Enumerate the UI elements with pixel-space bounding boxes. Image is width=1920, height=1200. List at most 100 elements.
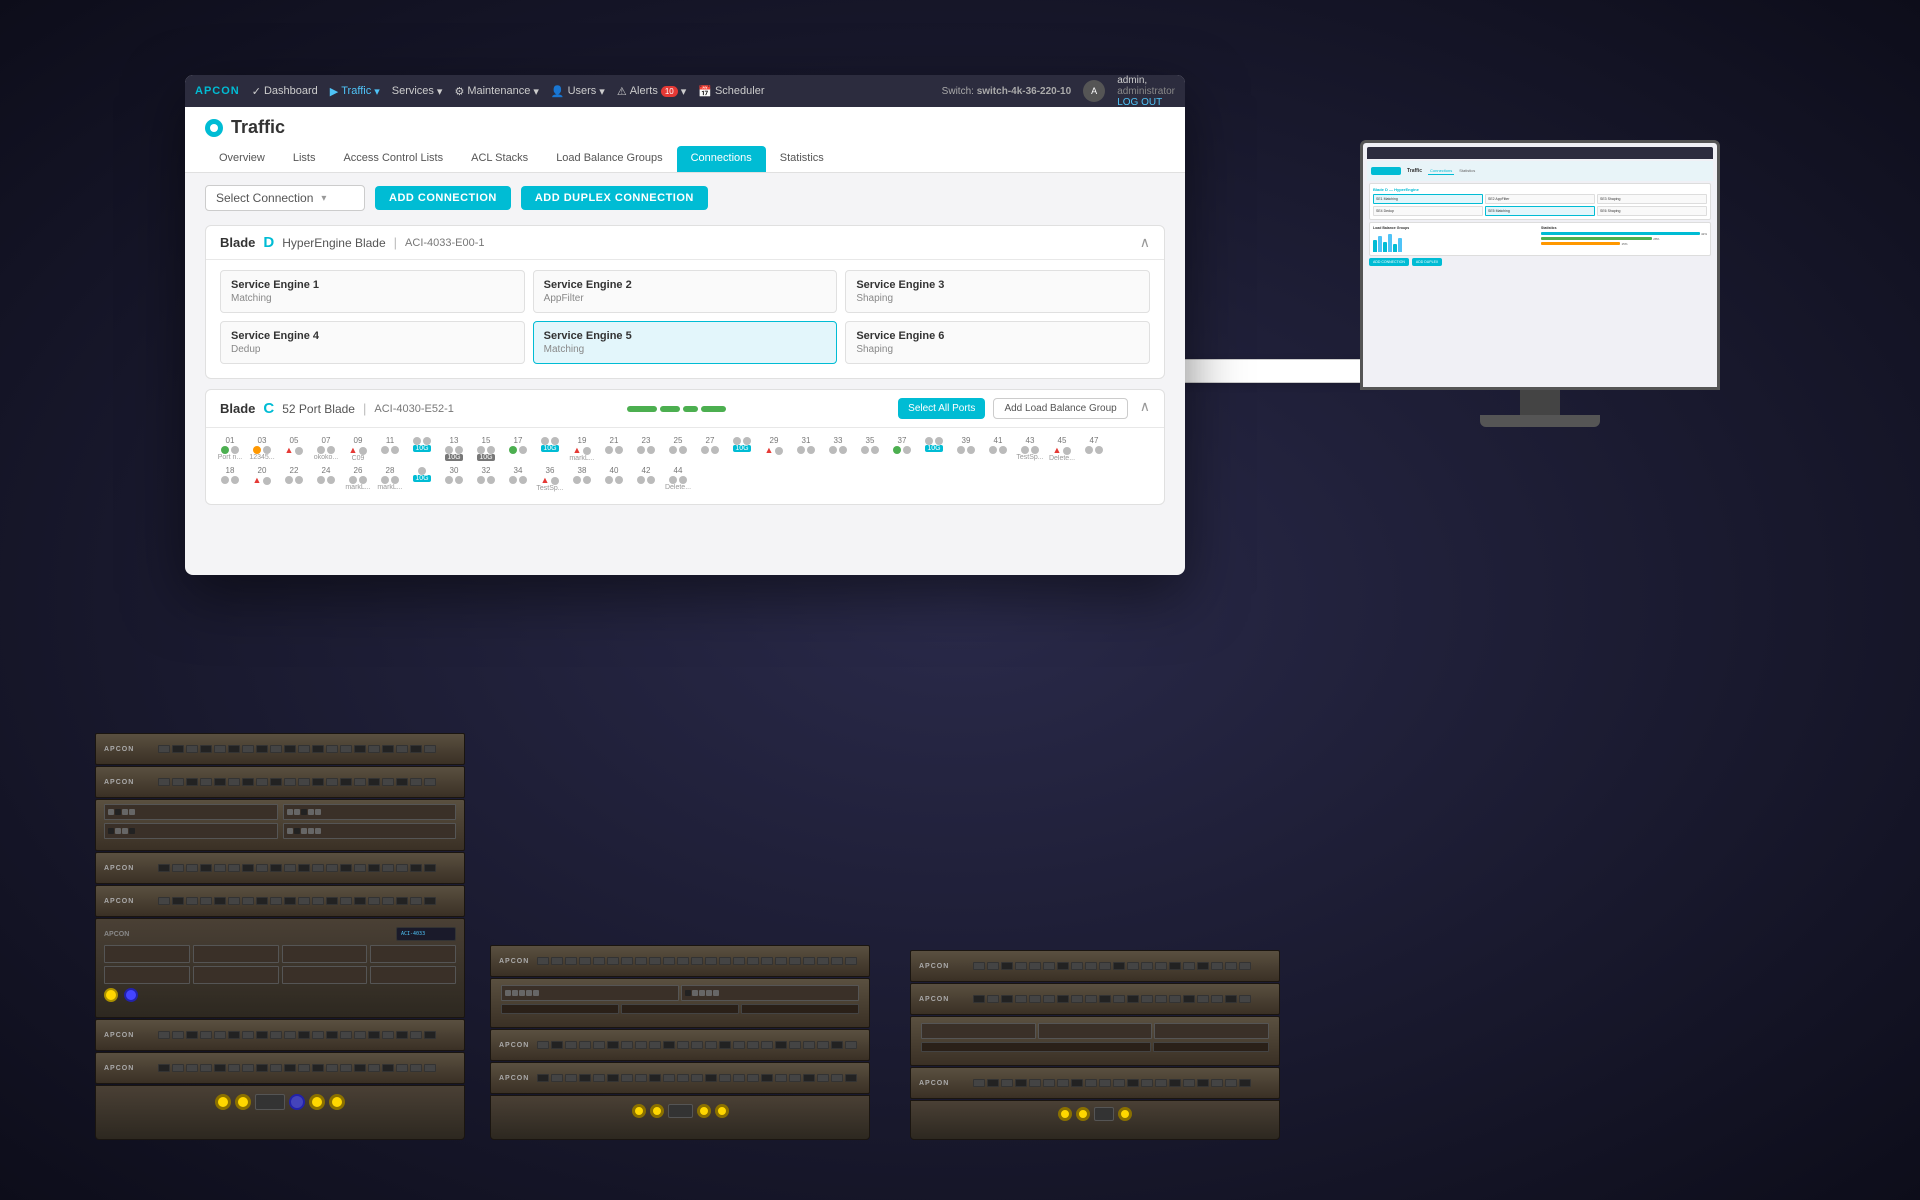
blade-d-title: Blade D HyperEngine Blade | ACI-4033-E00… [220, 234, 485, 251]
port-27[interactable]: 27 [696, 436, 724, 462]
tab-overview[interactable]: Overview [205, 146, 279, 172]
rack-right-assembly: APCON APCON [910, 950, 1280, 1140]
port-44[interactable]: 44 Delete... [664, 466, 692, 492]
blade-c-id: ACI-4030-E52-1 [374, 403, 454, 415]
port-19[interactable]: 19 ▲ markL... [568, 436, 596, 462]
rack-center-2u [490, 978, 870, 1028]
monitor-stand-base [1480, 415, 1600, 427]
port-28[interactable]: 28 markL... [376, 466, 404, 492]
rack-center-base [490, 1095, 870, 1140]
port-11[interactable]: 11 [376, 436, 404, 462]
port-38[interactable]: 38 [568, 466, 596, 492]
port-01[interactable]: 01 Port n... [216, 436, 244, 462]
rack-base [95, 1085, 465, 1140]
port-10g-a[interactable]: 10G [408, 436, 436, 462]
nav-scheduler[interactable]: 📅 Scheduler [698, 85, 764, 98]
port-45[interactable]: 45 ▲ Delete... [1048, 436, 1076, 462]
logout-link[interactable]: LOG OUT [1117, 97, 1162, 108]
port-10g-d[interactable]: 10G [920, 436, 948, 462]
service-engine-6[interactable]: Service Engine 6 Shaping [845, 321, 1150, 364]
blade-c-title: Blade C 52 Port Blade | ACI-4030-E52-1 [220, 400, 454, 417]
port-37[interactable]: 37 [888, 436, 916, 462]
monitor-blade-d: Blade D — HyperEngine SE1 Matching SE2 A… [1369, 183, 1711, 220]
tab-statistics[interactable]: Statistics [766, 146, 838, 172]
blade-d-collapse[interactable]: ∧ [1140, 234, 1150, 251]
nav-alerts[interactable]: ⚠ Alerts 10 ▾ [617, 85, 686, 98]
rack-2u-1 [95, 799, 465, 851]
service-engine-grid: Service Engine 1 Matching Service Engine… [206, 260, 1164, 378]
nav-traffic[interactable]: ▶ Traffic ▾ [330, 85, 380, 98]
port-03[interactable]: 03 12345... [248, 436, 276, 462]
nav-services[interactable]: Services ▾ [392, 85, 443, 98]
traffic-header: Traffic Overview Lists Access Control Li… [185, 107, 1185, 173]
port-42[interactable]: 42 [632, 466, 660, 492]
port-25[interactable]: 25 [664, 436, 692, 462]
rack-right-1u-1: APCON [910, 950, 1280, 982]
tab-load-balance[interactable]: Load Balance Groups [542, 146, 676, 172]
monitor-chart: Load Balance Groups Statistics [1369, 222, 1711, 256]
monitor: Traffic Connections Statistics Blade D —… [1360, 140, 1720, 427]
port-grid: 01 Port n... 03 12345... 05 ▲ [206, 428, 1164, 504]
blade-c-collapse[interactable]: ∧ [1140, 398, 1150, 419]
port-24[interactable]: 24 [312, 466, 340, 492]
port-32[interactable]: 32 [472, 466, 500, 492]
port-43[interactable]: 43 TestSp... [1016, 436, 1044, 462]
service-engine-1[interactable]: Service Engine 1 Matching [220, 270, 525, 313]
port-39[interactable]: 39 [952, 436, 980, 462]
nav-dashboard[interactable]: ✓ Dashboard [252, 85, 318, 98]
tab-acl[interactable]: Access Control Lists [329, 146, 457, 172]
port-20[interactable]: 20 ▲ [248, 466, 276, 492]
rack-unit-1u-2: APCON [95, 766, 465, 798]
nav-users[interactable]: 👤 Users ▾ [551, 85, 605, 98]
port-36[interactable]: 36 ▲ TestSp... [536, 466, 564, 492]
progress-green-3 [683, 406, 698, 412]
port-13[interactable]: 13 10G [440, 436, 468, 462]
port-26[interactable]: 26 markL... [344, 466, 372, 492]
add-connection-button[interactable]: ADD CONNECTION [375, 186, 511, 210]
port-09[interactable]: 09 ▲ C09 [344, 436, 372, 462]
port-05[interactable]: 05 ▲ [280, 436, 308, 462]
port-34[interactable]: 34 [504, 466, 532, 492]
nav-right: Switch: switch-4k-36-220-10 A admin, adm… [942, 75, 1175, 108]
add-duplex-button[interactable]: ADD DUPLEX CONNECTION [521, 186, 708, 210]
tab-acl-stacks[interactable]: ACL Stacks [457, 146, 542, 172]
service-engine-2[interactable]: Service Engine 2 AppFilter [533, 270, 838, 313]
toolbar: Select Connection ▾ ADD CONNECTION ADD D… [205, 185, 1165, 211]
service-engine-4[interactable]: Service Engine 4 Dedup [220, 321, 525, 364]
service-engine-5[interactable]: Service Engine 5 Matching [533, 321, 838, 364]
port-41[interactable]: 41 [984, 436, 1012, 462]
port-29[interactable]: 29 ▲ [760, 436, 788, 462]
select-all-ports-button[interactable]: Select All Ports [898, 398, 985, 419]
port-21[interactable]: 21 [600, 436, 628, 462]
service-engine-3[interactable]: Service Engine 3 Shaping [845, 270, 1150, 313]
add-load-balance-button[interactable]: Add Load Balance Group [993, 398, 1127, 419]
blade-c-letter: C [263, 400, 274, 417]
rack-center-1u-1: APCON [490, 945, 870, 977]
port-30[interactable]: 30 [440, 466, 468, 492]
port-15[interactable]: 15 10G [472, 436, 500, 462]
port-17[interactable]: 17 [504, 436, 532, 462]
blade-c-type: 52 Port Blade [282, 402, 355, 416]
port-10g-c[interactable]: 10G [728, 436, 756, 462]
rack-right-1u-2: APCON [910, 983, 1280, 1015]
port-18[interactable]: 18 [216, 466, 244, 492]
nav-bar: APCON ✓ Dashboard ▶ Traffic ▾ Services ▾… [185, 75, 1185, 107]
port-40[interactable]: 40 [600, 466, 628, 492]
progress-green-1 [627, 406, 657, 412]
port-23[interactable]: 23 [632, 436, 660, 462]
port-28-10g[interactable]: 10G [408, 466, 436, 492]
port-35[interactable]: 35 [856, 436, 884, 462]
port-31[interactable]: 31 [792, 436, 820, 462]
select-connection-dropdown[interactable]: Select Connection ▾ [205, 185, 365, 211]
blade-c-progress [627, 406, 726, 412]
tab-lists[interactable]: Lists [279, 146, 330, 172]
port-07[interactable]: 07 okoko... [312, 436, 340, 462]
nav-maintenance[interactable]: ⚙ Maintenance ▾ [454, 85, 538, 98]
rack-unit-1u-5: APCON [95, 1019, 465, 1051]
port-22[interactable]: 22 [280, 466, 308, 492]
tab-connections[interactable]: Connections [677, 146, 766, 172]
monitor-stand-neck [1520, 390, 1560, 415]
port-33[interactable]: 33 [824, 436, 852, 462]
port-47[interactable]: 47 [1080, 436, 1108, 462]
port-10g-b[interactable]: 10G [536, 436, 564, 462]
